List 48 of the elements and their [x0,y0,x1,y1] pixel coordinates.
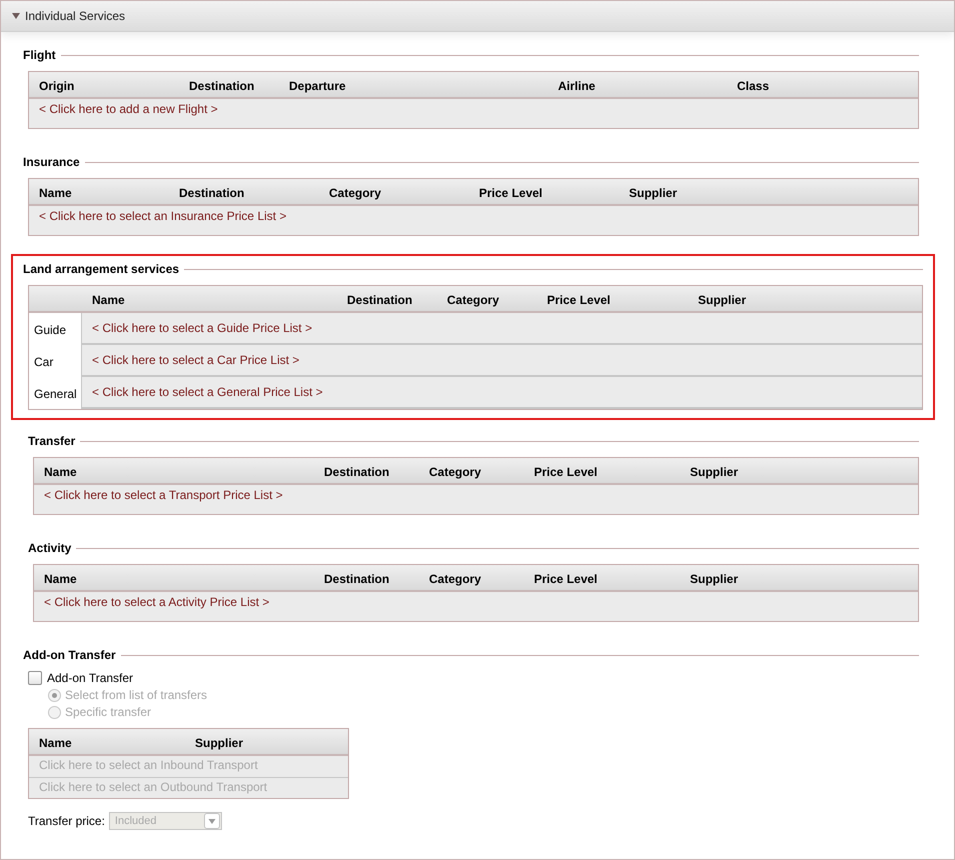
add-link[interactable]: < Click here to select a Car Price List > [92,353,300,367]
column-header: Price Level [534,572,598,586]
column-header: Destination [324,465,390,479]
column-header: Category [329,186,382,200]
section-title: Add-on Transfer [23,648,116,662]
column-header: Destination [179,186,246,200]
row-label: General [33,386,78,403]
column-header: Destination [324,572,390,586]
column-header: Price Level [534,465,598,479]
panel-header[interactable]: Individual Services [1,1,954,32]
add-link[interactable]: < Click here to select an Insurance Price List > [39,209,286,223]
add-link[interactable]: < Click here to add a new Flight > [39,102,218,116]
section-title: Activity [28,541,72,555]
section-title: Transfer [28,434,76,448]
section-title: Land arrangement services [23,262,180,276]
column-header: Name [43,465,78,479]
field-label: Transfer price: [28,814,105,828]
column-header: Origin [38,79,76,93]
column-header: Name [43,572,78,586]
column-header: Supplier [690,465,740,479]
column-header: Supplier [629,186,678,200]
column-header: Class [737,79,770,93]
section-title: Insurance [23,155,80,169]
column-header: Name [91,293,126,307]
row-label: Car [33,354,54,371]
column-header: Supplier [698,293,748,307]
column-header: Name [38,736,73,750]
caret-icon [204,813,220,829]
column-header: Destination [347,293,414,307]
column-header: Category [429,572,482,586]
add-link[interactable]: < Click here to select a Guide Price List > [92,321,312,335]
collapse-icon [12,13,20,19]
column-header: Supplier [195,736,244,750]
column-header: Departure [289,79,347,93]
column-header: Category [447,293,500,307]
add-link[interactable]: < Click here to select a Activity Price List > [44,595,270,609]
column-header: Name [38,186,73,200]
row-label: Guide [33,322,68,339]
column-header: Airline [558,79,596,93]
add-link[interactable]: < Click here to select a Transport Price List > [44,488,283,502]
column-header: Price Level [547,293,612,307]
column-header: Category [429,465,482,479]
add-link[interactable]: < Click here to select a General Price List > [92,385,323,399]
addon-checkbox[interactable]: Add-on Transfer [28,671,134,685]
column-header: Price Level [479,186,544,200]
column-header: Destination [189,79,256,93]
column-header: Supplier [690,572,740,586]
section-title: Flight [23,48,56,62]
